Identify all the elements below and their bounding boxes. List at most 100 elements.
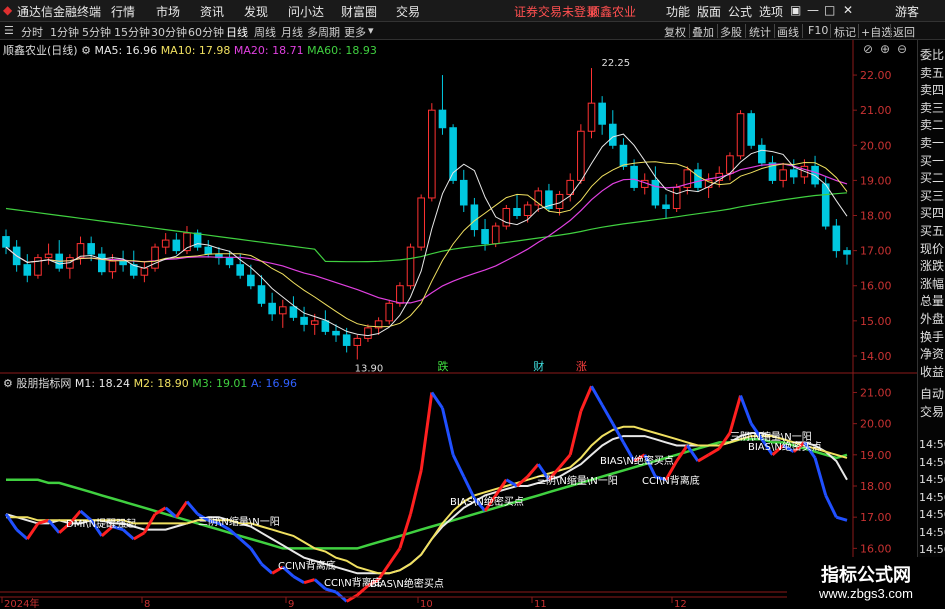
a-line-segment	[398, 513, 412, 549]
candle-body	[481, 229, 489, 245]
side-panel-item: 收益	[920, 364, 945, 379]
signal-annotation: BIAS\N绝密买点	[450, 495, 524, 508]
candle-body	[789, 169, 798, 178]
a-line-segment	[824, 494, 838, 518]
y-tick-label: 18.00	[860, 210, 892, 223]
y-tick-label: 14.00	[860, 350, 892, 363]
candle-body	[151, 246, 159, 269]
collapse-icon[interactable]: ⊖	[897, 42, 907, 56]
period-monthly[interactable]: 月线	[281, 24, 303, 40]
candle-body	[353, 337, 362, 346]
menu-item-layout[interactable]: 版面	[697, 3, 721, 20]
y-tick-label: 18.00	[860, 480, 892, 493]
a-line-segment	[697, 453, 710, 463]
side-panel-item: 总量	[920, 294, 945, 309]
period-1min[interactable]: 1分钟	[50, 24, 79, 40]
f10-button[interactable]: F10	[808, 24, 828, 37]
draw-line-button[interactable]: 画线	[777, 24, 799, 40]
multi-stock-button[interactable]: 多股	[720, 24, 742, 40]
candle-body	[672, 186, 681, 209]
menu-item-trade[interactable]: 交易	[396, 3, 420, 20]
x-tick-label: 8	[144, 599, 150, 609]
m3-label: M3: 19.01	[192, 377, 248, 390]
ma10-label: MA10: 17.98	[160, 44, 231, 57]
candle-body	[140, 267, 149, 276]
toolbar-menu-icon[interactable]: ☰	[4, 24, 14, 37]
candle-body	[247, 274, 255, 287]
period-30min[interactable]: 30分钟	[151, 24, 187, 40]
candle-body	[2, 236, 10, 248]
menu-item-news[interactable]: 资讯	[200, 3, 224, 20]
ruler-icon[interactable]: ⊘	[863, 42, 873, 56]
period-15min[interactable]: 15分钟	[114, 24, 150, 40]
a-line-segment	[345, 593, 359, 603]
window-icon[interactable]: ▣	[790, 3, 801, 17]
a-line-segment	[568, 410, 583, 456]
adjust-button[interactable]: 复权	[664, 24, 686, 40]
period-daily[interactable]: 日线	[226, 24, 248, 40]
low-price-label: 13.90	[355, 363, 384, 374]
period-toolbar: ☰ 分时 1分钟 5分钟 15分钟 30分钟 60分钟 日线 周线 月线 多周期…	[0, 22, 945, 40]
back-button[interactable]: 返回	[893, 24, 915, 40]
period-weekly[interactable]: 周线	[254, 24, 276, 40]
side-panel-item: 买五	[920, 224, 945, 238]
main-chart-legend: 顺鑫农业(日线) ⚙ MA5: 16.96 MA10: 17.98 MA20: …	[3, 42, 377, 58]
candle-body	[98, 253, 106, 273]
add-watchlist-button[interactable]: +自选	[861, 24, 892, 40]
period-more[interactable]: 更多	[344, 24, 366, 40]
x-tick-label: 12	[674, 599, 687, 609]
menu-item-discover[interactable]: 发现	[244, 3, 268, 20]
menu-item-quotes[interactable]: 行情	[111, 3, 135, 20]
menu-item-wealth[interactable]: 财富圈	[341, 3, 377, 20]
menu-item-options[interactable]: 选项	[759, 3, 783, 20]
candle-body	[832, 225, 841, 252]
stock-name-title: 顺鑫农业	[588, 5, 637, 19]
side-panel-item[interactable]: 交易	[920, 403, 944, 420]
side-panel-item: 涨跌	[920, 259, 945, 274]
a-line-segment	[132, 531, 146, 541]
menu-item-ask[interactable]: 问小达	[288, 3, 324, 20]
candle-body	[23, 264, 32, 276]
a-line-segment	[462, 475, 476, 500]
mark-button[interactable]: 标记	[834, 24, 856, 40]
side-panel-item[interactable]: 自动	[920, 385, 944, 402]
overlay-button[interactable]: 叠加	[692, 24, 714, 40]
candle-body	[630, 165, 638, 188]
period-5min[interactable]: 5分钟	[82, 24, 111, 40]
expand-icon[interactable]: ⊕	[880, 42, 890, 56]
watermark: 指标公式网 www.zbgs3.com	[787, 557, 945, 609]
a-line-segment	[26, 522, 40, 540]
y-tick-label: 19.00	[860, 449, 892, 462]
menu-item-function[interactable]: 功能	[666, 3, 690, 20]
guest-label[interactable]: 游客	[895, 3, 919, 20]
watermark-title: 指标公式网	[821, 565, 911, 585]
candle-body	[779, 169, 787, 181]
y-tick-label: 22.00	[860, 69, 892, 82]
sub-chart-title: 股朋指标网	[16, 377, 72, 390]
candle-body	[598, 102, 606, 125]
settings-icon[interactable]: ⚙	[3, 377, 13, 390]
minimize-icon[interactable]: —	[807, 3, 819, 17]
side-panel-item: 换手	[920, 329, 945, 344]
statistics-button[interactable]: 统计	[749, 24, 771, 40]
maximize-icon[interactable]: □	[824, 3, 835, 17]
candle-body	[289, 306, 298, 318]
a-line-segment	[239, 537, 252, 550]
signal-annotation: 三阴\N缩量\N一阳	[536, 474, 618, 487]
period-multi[interactable]: 多周期	[307, 24, 340, 40]
candle-body	[321, 320, 330, 332]
chart-canvas[interactable]: 22.00 21.00 20.00 19.00 18.00 17.00 16.00 15.00…	[0, 40, 917, 609]
a-line-segment	[558, 453, 572, 469]
period-intraday[interactable]: 分时	[21, 24, 43, 40]
menu-item-market[interactable]: 市场	[156, 3, 180, 20]
chevron-down-icon[interactable]: ▾	[368, 24, 374, 37]
close-icon[interactable]: ✕	[843, 3, 853, 17]
candle-body	[278, 306, 287, 315]
a-line-segment	[249, 547, 263, 565]
side-panel-item: 14:56	[919, 438, 945, 451]
settings-icon[interactable]: ⚙	[81, 44, 91, 57]
period-60min[interactable]: 60分钟	[188, 24, 224, 40]
menu-item-formula[interactable]: 公式	[728, 3, 752, 20]
trade-login-notice[interactable]: 证券交易未登录	[514, 3, 598, 20]
candle-body	[76, 243, 85, 259]
